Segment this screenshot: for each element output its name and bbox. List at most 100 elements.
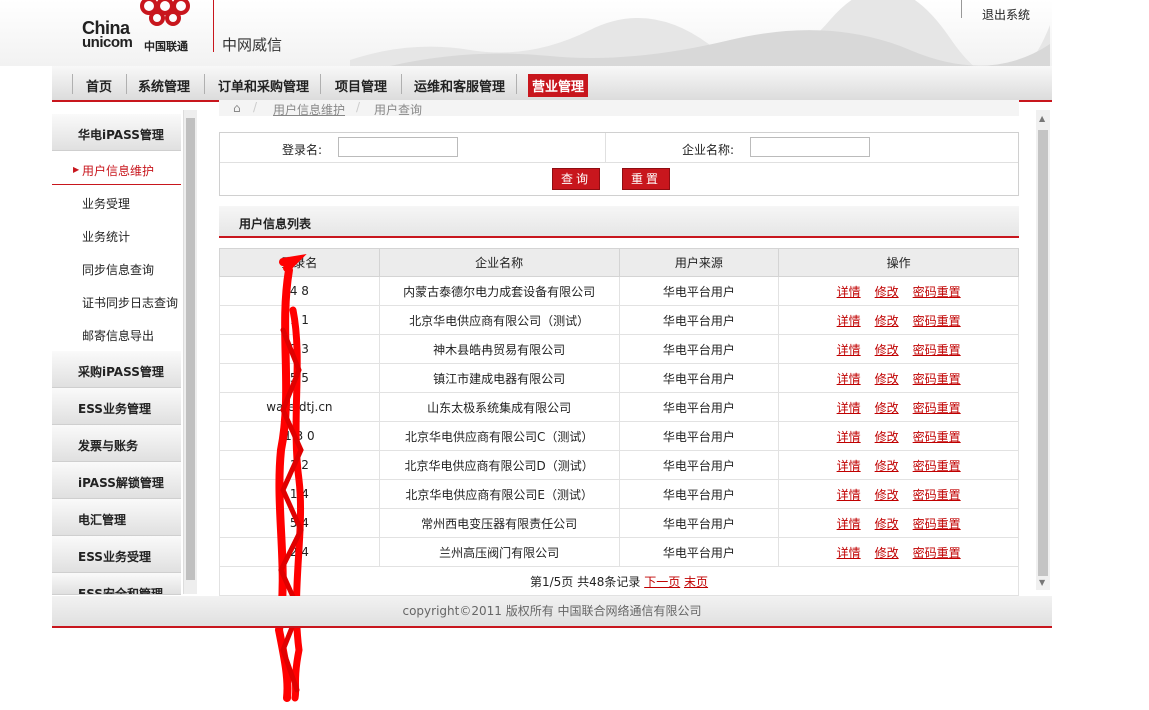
column-header-login[interactable]: 登录名	[219, 248, 380, 277]
reset-password-link[interactable]: 密码重置	[913, 343, 961, 357]
nav-item-ops[interactable]: 运维和客服管理	[414, 76, 505, 95]
cell-login: 2 3	[219, 334, 380, 364]
table-row: 2 4 兰州高压阀门有限公司 华电平台用户 详情 修改 密码重置	[219, 537, 1019, 567]
detail-link[interactable]: 详情	[837, 488, 861, 502]
detail-link[interactable]: 详情	[837, 546, 861, 560]
edit-link[interactable]: 修改	[875, 459, 899, 473]
cell-company: 北京华电供应商有限公司E（测试）	[378, 479, 620, 509]
edit-link[interactable]: 修改	[875, 285, 899, 299]
login-input[interactable]	[338, 137, 458, 157]
sidebar-group-ess-business[interactable]: ESS业务管理	[52, 388, 181, 425]
sidebar-group-ess-accept[interactable]: ESS业务受理	[52, 536, 181, 573]
logout-separator	[961, 0, 962, 18]
cell-ops: 详情 修改 密码重置	[778, 363, 1019, 393]
cell-login: 1 2	[219, 450, 380, 480]
cell-login: 1 1	[219, 305, 380, 335]
sidebar-scroll-thumb[interactable]	[186, 118, 195, 580]
sidebar-item-business-accept[interactable]: 业务受理	[82, 195, 130, 212]
reset-password-link[interactable]: 密码重置	[913, 372, 961, 386]
sidebar-group-huadian-ipass[interactable]: 华电iPASS管理	[52, 114, 181, 151]
cell-company: 兰州高压阀门有限公司	[378, 537, 620, 567]
sidebar-group-label: 采购iPASS管理	[78, 365, 164, 379]
edit-link[interactable]: 修改	[875, 546, 899, 560]
detail-link[interactable]: 详情	[837, 285, 861, 299]
scroll-down-icon[interactable]: ▼	[1039, 578, 1045, 587]
main-scrollbar[interactable]: ▲ ▼	[1036, 110, 1050, 590]
list-title: 用户信息列表	[239, 217, 312, 231]
home-icon[interactable]: ⌂	[233, 101, 241, 115]
caret-right-icon: ▶	[73, 165, 80, 174]
sidebar-group-label: ESS业务管理	[78, 402, 151, 416]
edit-link[interactable]: 修改	[875, 314, 899, 328]
logout-link[interactable]: 退出系统	[982, 6, 1030, 23]
sidebar-group-ess-security[interactable]: ESS安全和管理	[52, 573, 181, 595]
cell-company: 内蒙古泰德尔电力成套设备有限公司	[378, 276, 620, 306]
edit-link[interactable]: 修改	[875, 430, 899, 444]
sidebar-item-business-stats[interactable]: 业务统计	[82, 228, 130, 245]
brand-name: 中网威信	[222, 36, 283, 54]
sidebar-item-mail-export[interactable]: 邮寄信息导出	[82, 327, 154, 344]
reset-password-link[interactable]: 密码重置	[913, 459, 961, 473]
nav-item-home[interactable]: 首页	[86, 76, 112, 95]
sidebar-group-purchase-ipass[interactable]: 采购iPASS管理	[52, 351, 181, 388]
pager-next-link[interactable]: 下一页	[644, 575, 680, 589]
edit-link[interactable]: 修改	[875, 401, 899, 415]
nav-divider	[72, 74, 73, 94]
query-button[interactable]: 查询	[552, 168, 600, 190]
cell-source: 华电平台用户	[618, 421, 780, 451]
cell-source: 华电平台用户	[618, 508, 780, 538]
detail-link[interactable]: 详情	[837, 343, 861, 357]
sidebar-scrollbar[interactable]	[183, 110, 197, 594]
edit-link[interactable]: 修改	[875, 343, 899, 357]
reset-password-link[interactable]: 密码重置	[913, 488, 961, 502]
detail-link[interactable]: 详情	[837, 401, 861, 415]
sidebar-item-sync-query[interactable]: 同步信息查询	[82, 261, 154, 278]
reset-button[interactable]: 重置	[622, 168, 670, 190]
sidebar-item-cert-sync-log[interactable]: 证书同步日志查询	[82, 294, 178, 311]
cell-ops: 详情 修改 密码重置	[778, 450, 1019, 480]
reset-password-link[interactable]: 密码重置	[913, 546, 961, 560]
nav-item-business[interactable]: 营业管理	[528, 74, 589, 97]
main-scroll-thumb[interactable]	[1038, 130, 1048, 576]
column-header-source[interactable]: 用户来源	[618, 248, 780, 277]
cell-source: 华电平台用户	[618, 363, 780, 393]
edit-link[interactable]: 修改	[875, 488, 899, 502]
cell-login: 1 3 0	[219, 421, 380, 451]
sidebar-group-invoice[interactable]: 发票与账务	[52, 425, 181, 462]
cell-source: 华电平台用户	[618, 276, 780, 306]
pager-last-link[interactable]: 末页	[684, 575, 708, 589]
company-input[interactable]	[750, 137, 870, 157]
cell-login: 2 4	[219, 537, 380, 567]
table-row: 4 8 内蒙古泰德尔电力成套设备有限公司 华电平台用户 详情 修改 密码重置	[219, 276, 1019, 306]
sidebar-group-wire[interactable]: 电汇管理	[52, 499, 181, 536]
detail-link[interactable]: 详情	[837, 459, 861, 473]
login-label: 登录名:	[282, 143, 323, 157]
sidebar-item-user-info[interactable]: 用户信息维护	[82, 162, 154, 179]
search-divider	[605, 133, 606, 162]
sidebar-group-ipass-unlock[interactable]: iPASS解锁管理	[52, 462, 181, 499]
cell-company: 神木县皓冉贸易有限公司	[378, 334, 620, 364]
nav-item-projects[interactable]: 项目管理	[335, 76, 387, 95]
cell-ops: 详情 修改 密码重置	[778, 276, 1019, 306]
column-header-company[interactable]: 企业名称	[378, 248, 620, 277]
table-row: 5 5 镇江市建成电器有限公司 华电平台用户 详情 修改 密码重置	[219, 363, 1019, 393]
detail-link[interactable]: 详情	[837, 430, 861, 444]
detail-link[interactable]: 详情	[837, 517, 861, 531]
edit-link[interactable]: 修改	[875, 517, 899, 531]
detail-link[interactable]: 详情	[837, 372, 861, 386]
edit-link[interactable]: 修改	[875, 372, 899, 386]
nav-item-system[interactable]: 系统管理	[138, 76, 190, 95]
breadcrumb-user-info[interactable]: 用户信息维护	[273, 101, 345, 118]
detail-link[interactable]: 详情	[837, 314, 861, 328]
reset-password-link[interactable]: 密码重置	[913, 285, 961, 299]
reset-password-link[interactable]: 密码重置	[913, 430, 961, 444]
scroll-up-icon[interactable]: ▲	[1039, 114, 1045, 123]
unicom-logo: China unicom 中国联通	[82, 0, 222, 56]
reset-password-link[interactable]: 密码重置	[913, 401, 961, 415]
cell-ops: 详情 修改 密码重置	[778, 508, 1019, 538]
table-row: 1 3 0 北京华电供应商有限公司C（测试） 华电平台用户 详情 修改 密码重置	[219, 421, 1019, 451]
cell-login: 1 4	[219, 479, 380, 509]
reset-password-link[interactable]: 密码重置	[913, 314, 961, 328]
reset-password-link[interactable]: 密码重置	[913, 517, 961, 531]
nav-item-orders[interactable]: 订单和采购管理	[218, 76, 309, 95]
